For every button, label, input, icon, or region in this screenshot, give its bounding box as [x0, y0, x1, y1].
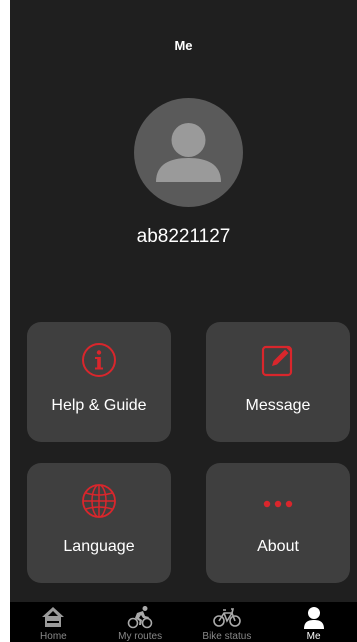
tab-me-label: Me — [306, 631, 321, 642]
info-icon — [81, 342, 117, 383]
tab-bike-status-label: Bike status — [202, 631, 252, 642]
tab-me[interactable]: Me — [270, 602, 357, 642]
help-guide-label: Help & Guide — [51, 397, 147, 414]
user-silhouette-icon — [156, 123, 221, 182]
cyclist-icon — [127, 605, 153, 634]
avatar[interactable] — [134, 98, 243, 207]
tab-bar: Home My routes Bike status Me — [10, 602, 357, 642]
globe-icon — [81, 483, 117, 524]
edit-icon — [260, 342, 296, 383]
help-guide-button[interactable]: Help & Guide — [27, 322, 171, 442]
more-dots-icon — [260, 483, 296, 524]
username: ab8221127 — [136, 226, 231, 247]
me-screen: Me ab8221127 Help & Guide Message Langua… — [10, 0, 357, 642]
page-title: Me — [174, 38, 193, 53]
tab-bike-status[interactable]: Bike status — [184, 602, 271, 642]
tab-home[interactable]: Home — [10, 602, 97, 642]
language-label: Language — [63, 538, 135, 555]
message-button[interactable]: Message — [206, 322, 350, 442]
tab-my-routes[interactable]: My routes — [97, 602, 184, 642]
bike-icon — [213, 605, 241, 634]
tab-my-routes-label: My routes — [118, 631, 163, 642]
message-label: Message — [245, 397, 311, 414]
about-button[interactable]: About — [206, 463, 350, 583]
about-label: About — [257, 538, 299, 555]
language-button[interactable]: Language — [27, 463, 171, 583]
tab-home-label: Home — [40, 631, 67, 642]
home-icon — [40, 605, 66, 634]
